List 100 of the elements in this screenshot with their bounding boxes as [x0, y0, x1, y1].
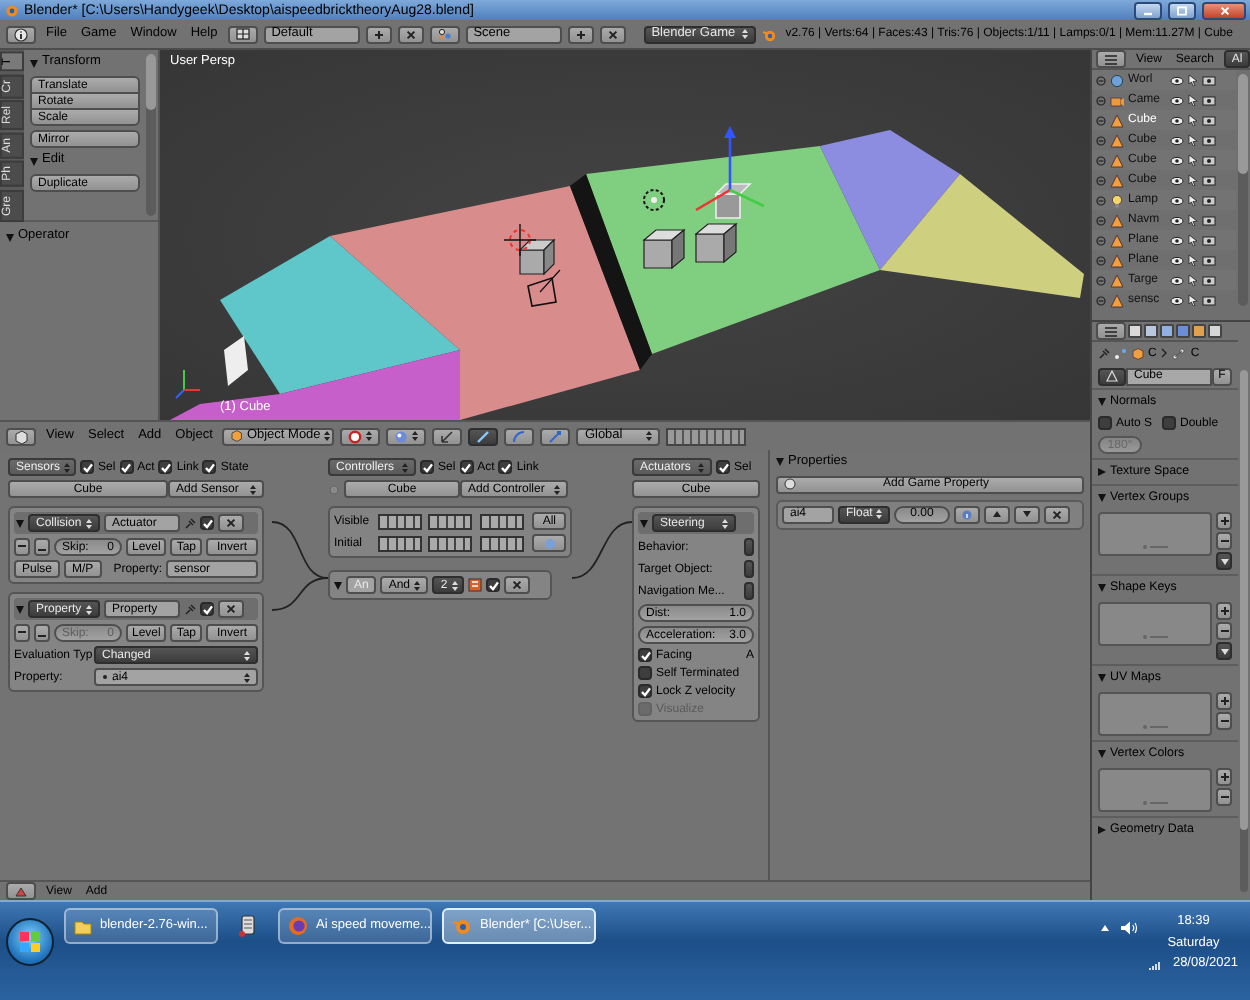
collapse-icon[interactable]: [1096, 115, 1106, 125]
disclosure-triangle-icon[interactable]: [6, 233, 14, 241]
up-arrow-icon[interactable]: [1100, 924, 1111, 932]
eye-icon[interactable]: [1170, 295, 1184, 305]
camera-icon[interactable]: [1202, 74, 1216, 86]
close-button[interactable]: [1202, 1, 1246, 19]
eye-icon[interactable]: [1170, 75, 1184, 85]
camera-icon[interactable]: [1202, 174, 1216, 186]
disclosure-triangle-icon[interactable]: [1098, 826, 1106, 834]
delete-layout-button[interactable]: [397, 25, 424, 43]
checkbox[interactable]: [158, 460, 173, 474]
pulse-false-button[interactable]: [34, 538, 50, 556]
camera-icon[interactable]: [1202, 154, 1216, 166]
move-down-button[interactable]: [1014, 505, 1040, 523]
collapse-icon[interactable]: [1096, 195, 1106, 205]
move-up-button[interactable]: [984, 505, 1010, 523]
checkbox[interactable]: [638, 666, 652, 680]
state-grid[interactable]: [377, 513, 422, 529]
state-grid[interactable]: [480, 535, 525, 551]
remove-button[interactable]: [218, 600, 244, 618]
disclosure-triangle-icon[interactable]: [30, 59, 38, 67]
pin-icon[interactable]: [184, 517, 196, 529]
camera-icon[interactable]: [1202, 114, 1216, 126]
disclosure-triangle-icon[interactable]: [1098, 750, 1106, 758]
camera-icon[interactable]: [1202, 194, 1216, 206]
collapse-icon[interactable]: [1096, 155, 1106, 165]
collapse-icon[interactable]: [1096, 95, 1106, 105]
collapse-icon[interactable]: [1096, 215, 1106, 225]
checkbox[interactable]: [1162, 416, 1177, 430]
state-grid[interactable]: [480, 513, 525, 529]
translate-button[interactable]: [468, 427, 499, 445]
collapse-icon[interactable]: [1096, 235, 1106, 245]
checkbox[interactable]: [200, 602, 214, 616]
collapse-icon[interactable]: [1096, 275, 1106, 285]
scale-button[interactable]: [540, 427, 571, 445]
eye-icon[interactable]: [1170, 95, 1184, 105]
add-scene-button[interactable]: [567, 25, 594, 43]
pulse-false-button[interactable]: [34, 624, 50, 642]
camera-icon[interactable]: [1202, 294, 1216, 306]
remove-button[interactable]: [1216, 712, 1232, 730]
editor-type-button[interactable]: [1096, 50, 1126, 68]
eye-icon[interactable]: [1170, 215, 1184, 225]
rotate-button[interactable]: [504, 427, 535, 445]
collapse-icon[interactable]: [1096, 75, 1106, 85]
camera-icon[interactable]: [1202, 254, 1216, 266]
remove-button[interactable]: [1216, 788, 1232, 806]
start-button[interactable]: [6, 918, 54, 966]
delete-scene-button[interactable]: [599, 25, 626, 43]
checkbox[interactable]: [716, 460, 730, 474]
disclosure-triangle-icon[interactable]: [30, 157, 38, 165]
checkbox[interactable]: [638, 648, 652, 662]
checkbox[interactable]: [202, 460, 217, 474]
checkbox[interactable]: [200, 516, 214, 530]
editor-type-button[interactable]: [6, 25, 36, 43]
pulse-true-button[interactable]: [14, 538, 30, 556]
eye-icon[interactable]: [1170, 235, 1184, 245]
maximize-button[interactable]: [1168, 1, 1196, 19]
pivot-dropdown[interactable]: [340, 427, 381, 445]
checkbox[interactable]: [80, 460, 94, 474]
debug-info-button[interactable]: [954, 505, 980, 523]
remove-button[interactable]: [1216, 622, 1232, 640]
pin-icon[interactable]: [184, 603, 196, 615]
checkbox[interactable]: [119, 460, 134, 474]
disclosure-triangle-icon[interactable]: [1098, 468, 1106, 476]
eye-icon[interactable]: [1170, 275, 1184, 285]
eye-icon[interactable]: [1170, 255, 1184, 265]
menu-button[interactable]: [1216, 642, 1232, 660]
connection-wire[interactable]: [272, 521, 328, 579]
screen-layout-button[interactable]: [227, 25, 258, 43]
checkbox[interactable]: [638, 684, 652, 698]
disclosure-triangle-icon[interactable]: [1098, 398, 1106, 406]
add-button[interactable]: [1216, 602, 1232, 620]
layer-grid[interactable]: [666, 427, 747, 445]
signal-icon[interactable]: [1148, 959, 1161, 970]
disclosure-triangle-icon[interactable]: [776, 458, 784, 467]
collapse-icon[interactable]: [1096, 175, 1106, 185]
checkbox[interactable]: [459, 460, 474, 474]
eye-icon[interactable]: [1170, 115, 1184, 125]
speaker-icon[interactable]: [1120, 920, 1139, 936]
connection-wire[interactable]: [272, 577, 328, 611]
eye-icon[interactable]: [1170, 155, 1184, 165]
minimize-button[interactable]: [1134, 1, 1162, 19]
camera-icon[interactable]: [1202, 94, 1216, 106]
remove-button[interactable]: [1044, 505, 1070, 523]
camera-icon[interactable]: [1202, 134, 1216, 146]
checkbox[interactable]: [1098, 416, 1112, 430]
checkbox[interactable]: [420, 460, 434, 474]
eye-icon[interactable]: [1170, 175, 1184, 185]
shading-dropdown[interactable]: [386, 427, 427, 445]
add-button[interactable]: [1216, 768, 1232, 786]
remove-button[interactable]: [218, 514, 244, 532]
add-button[interactable]: [1216, 692, 1232, 710]
add-button[interactable]: [1216, 512, 1232, 530]
connection-wire[interactable]: [572, 521, 632, 579]
pin-icon[interactable]: [1098, 347, 1110, 359]
disclosure-triangle-icon[interactable]: [1098, 584, 1106, 592]
editor-type-button[interactable]: [1096, 322, 1126, 340]
scene-button[interactable]: [429, 25, 460, 43]
eye-icon[interactable]: [1170, 195, 1184, 205]
collapse-icon[interactable]: [1096, 295, 1106, 305]
